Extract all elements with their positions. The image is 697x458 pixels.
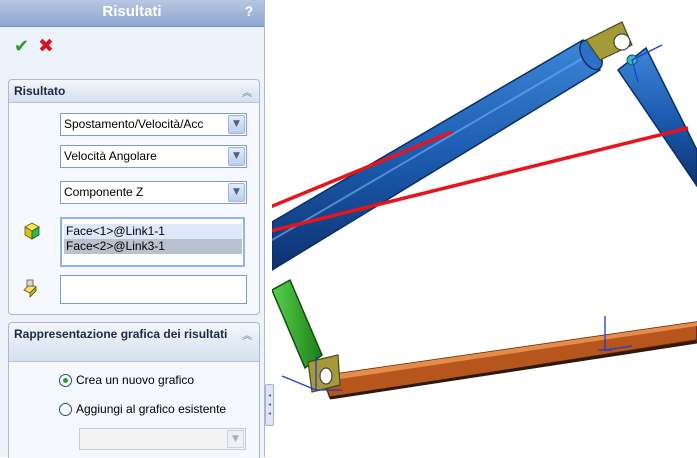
result-category-value: Spostamento/Velocità/Acc [64, 117, 204, 131]
result-subcategory-select[interactable]: Velocità Angolare ▼ [60, 145, 247, 168]
cancel-button[interactable]: ✖ [38, 35, 54, 57]
ok-button[interactable]: ✔ [14, 36, 29, 57]
chevron-down-icon[interactable]: ▼ [228, 147, 245, 166]
result-group-header[interactable]: Risultato ︽ [9, 80, 259, 103]
chevron-down-icon[interactable]: ▼ [227, 430, 244, 448]
plot-group-title: Rappresentazione grafica dei risultati [14, 327, 228, 341]
result-category-select[interactable]: Spostamento/Velocità/Acc ▼ [60, 113, 247, 136]
double-chevron-up-icon[interactable]: ︽ [242, 327, 252, 342]
chevron-down-icon[interactable]: ▼ [228, 115, 245, 134]
radio-button-selected[interactable] [59, 374, 72, 387]
radio-button[interactable] [59, 403, 72, 416]
chevron-down-icon[interactable]: ▼ [228, 183, 245, 202]
existing-plot-select[interactable]: ▼ [79, 428, 246, 450]
result-subcategory-value: Velocità Angolare [64, 149, 157, 163]
face-selection-icon [24, 222, 40, 240]
blue-link-top[interactable] [272, 37, 607, 271]
list-item[interactable]: Face<2>@Link3-1 [64, 239, 242, 254]
selected-faces-list[interactable]: Face<1>@Link1-1 Face<2>@Link3-1 [60, 217, 245, 267]
panel-titlebar: Risultati ? [0, 0, 264, 27]
plot-group: Rappresentazione grafica dei risultati ︽… [8, 322, 260, 458]
result-component-select[interactable]: Componente Z ▼ [60, 181, 247, 204]
list-item[interactable]: Face<1>@Link1-1 [64, 224, 242, 239]
help-icon[interactable]: ? [242, 3, 256, 20]
double-chevron-up-icon[interactable]: ︽ [242, 84, 252, 99]
blue-link-right[interactable] [616, 46, 697, 188]
property-manager-panel: Risultati ? ✔ ✖ Risultato ︽ Spostamento/… [0, 0, 265, 458]
green-link[interactable] [272, 278, 323, 370]
existing-plot-label: Aggiungi al grafico esistente [76, 402, 227, 416]
plot-group-header[interactable]: Rappresentazione grafica dei risultati ︽ [9, 323, 259, 362]
reference-component-field[interactable] [60, 275, 247, 304]
result-group: Risultato ︽ Spostamento/Velocità/Acc ▼ V… [8, 79, 260, 315]
result-group-title: Risultato [14, 84, 66, 98]
graphics-viewport[interactable] [272, 0, 697, 457]
panel-title: Risultati [102, 3, 162, 20]
orange-link[interactable] [320, 321, 697, 400]
result-component-value: Componente Z [64, 185, 144, 199]
new-plot-label: Crea un nuovo grafico [76, 373, 195, 387]
lower-joint [281, 354, 342, 393]
reference-component-icon [23, 279, 37, 298]
